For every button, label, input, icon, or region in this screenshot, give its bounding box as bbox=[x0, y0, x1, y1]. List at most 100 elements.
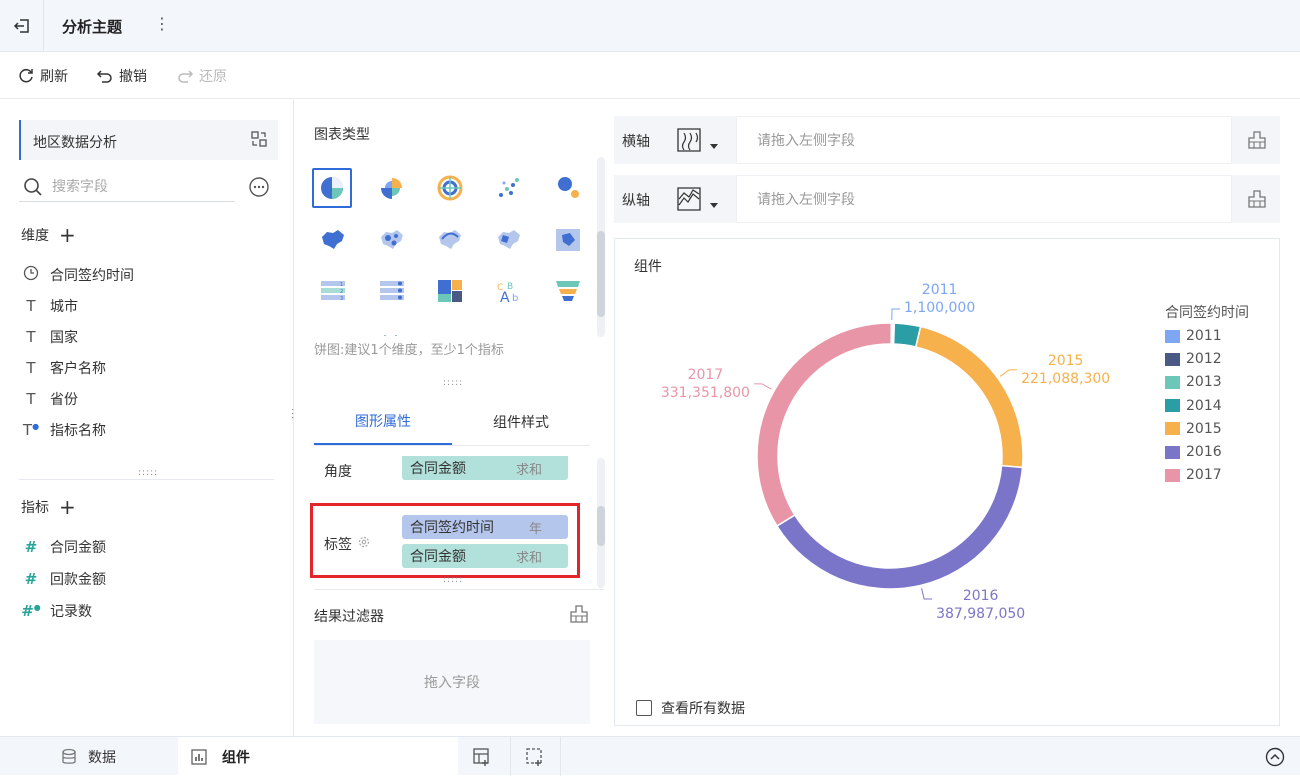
treemap-chart-type[interactable] bbox=[432, 273, 468, 309]
filter-drop-zone[interactable]: 拖入字段 bbox=[314, 640, 590, 724]
dataset-selector[interactable]: 地区数据分析 bbox=[19, 120, 278, 160]
metrics-title: 指标 bbox=[21, 500, 49, 516]
chart-type-scrollbar[interactable] bbox=[597, 157, 605, 337]
label-leader-line bbox=[921, 588, 933, 600]
large-map-type[interactable] bbox=[550, 222, 586, 258]
slice-label-category: 2017 bbox=[687, 366, 724, 383]
add-metric-icon[interactable]: + bbox=[59, 497, 76, 517]
label-label: 标签 bbox=[324, 537, 352, 553]
map-chart-type[interactable] bbox=[315, 222, 351, 258]
pie-chart-type[interactable] bbox=[312, 168, 352, 208]
number-type-icon: # bbox=[24, 538, 38, 556]
legend-item-2015[interactable]: 2015 bbox=[1165, 421, 1222, 437]
more-options-icon[interactable] bbox=[248, 176, 270, 202]
dimension-field[interactable]: 合同签约时间 bbox=[21, 265, 134, 285]
legend-item-2012[interactable]: 2012 bbox=[1165, 351, 1222, 367]
rose-chart-type[interactable] bbox=[374, 170, 410, 206]
dimension-field[interactable]: T 客户名称 bbox=[21, 358, 106, 378]
y-axis-row: 纵轴 请拖入左侧字段 bbox=[614, 175, 1280, 223]
dimension-field[interactable]: T 国家 bbox=[21, 327, 78, 347]
switch-dataset-icon[interactable] bbox=[250, 130, 268, 152]
view-all-label: 查看所有数据 bbox=[661, 701, 745, 717]
donut-slice-2016[interactable] bbox=[775, 464, 1024, 590]
view-all-data[interactable]: 查看所有数据 bbox=[636, 698, 745, 718]
collapse-button[interactable] bbox=[1265, 737, 1285, 776]
donut-slice-2015[interactable] bbox=[914, 325, 1024, 469]
pill-aggregation[interactable]: 求和 bbox=[516, 459, 542, 478]
panel-splitter[interactable]: ::::: bbox=[138, 468, 158, 478]
back-button[interactable] bbox=[0, 0, 44, 52]
metric-label: 记录数 bbox=[50, 604, 92, 620]
slice-label: 2016 387,987,050 bbox=[936, 587, 1025, 623]
funnel-chart-type[interactable] bbox=[550, 273, 586, 309]
tab-widget-style[interactable]: 组件样式 bbox=[452, 398, 590, 445]
pill-aggregation[interactable]: 年 bbox=[529, 518, 542, 537]
multilayer-pie-type[interactable] bbox=[432, 170, 468, 206]
add-widget-button[interactable] bbox=[472, 737, 492, 776]
tab-graphic-properties[interactable]: 图形属性 bbox=[314, 398, 452, 445]
add-dimension-icon[interactable]: + bbox=[59, 225, 76, 245]
dataset-name: 地区数据分析 bbox=[33, 135, 117, 151]
y-axis-type-icon[interactable] bbox=[676, 185, 722, 217]
section-splitter[interactable]: ::::: bbox=[443, 575, 463, 585]
metric-field[interactable]: # 回款金额 bbox=[21, 569, 106, 589]
x-axis-type-icon[interactable] bbox=[676, 126, 722, 158]
more-icon[interactable]: ⋮ bbox=[154, 14, 170, 33]
legend-swatch bbox=[1165, 445, 1180, 459]
scatter-chart-icon bbox=[499, 178, 519, 197]
table-chart-type[interactable]: 123 bbox=[315, 273, 351, 309]
add-dashboard-button[interactable] bbox=[525, 737, 545, 776]
search-input[interactable] bbox=[52, 176, 232, 198]
label-field-pill[interactable]: 合同签约时间 年 bbox=[402, 515, 568, 539]
flow-map-type[interactable] bbox=[432, 222, 468, 258]
data-tab[interactable]: 数据 bbox=[60, 737, 116, 776]
legend-item-2014[interactable]: 2014 bbox=[1165, 398, 1222, 414]
metric-field[interactable]: # 合同金额 bbox=[21, 537, 106, 557]
widget-tab[interactable]: 组件 bbox=[178, 737, 458, 776]
chart-type-hint: 饼图:建议1个维度，至少1个指标 bbox=[314, 343, 504, 358]
calc-number-type-icon: #● bbox=[21, 602, 41, 620]
y-axis-drop-zone[interactable]: 请拖入左侧字段 bbox=[736, 175, 1232, 223]
heat-map-type[interactable] bbox=[491, 222, 527, 258]
flow-map-icon bbox=[439, 230, 461, 249]
redo-button[interactable]: 还原 bbox=[176, 66, 227, 86]
section-splitter[interactable]: ::::: bbox=[443, 378, 463, 388]
dimension-field[interactable]: T 城市 bbox=[21, 296, 78, 316]
rose-chart-icon bbox=[381, 178, 402, 199]
x-axis-row: 横轴 请拖入左侧字段 bbox=[614, 116, 1280, 164]
gear-icon[interactable] bbox=[357, 535, 371, 553]
dimension-field[interactable]: T 省份 bbox=[21, 389, 78, 409]
metric-field[interactable]: #● 记录数 bbox=[21, 601, 92, 621]
label-field-pill[interactable]: 合同金额 求和 bbox=[402, 544, 568, 568]
legend-item-2013[interactable]: 2013 bbox=[1165, 374, 1222, 390]
dimension-label: 省份 bbox=[50, 392, 78, 408]
bubble-chart-type[interactable] bbox=[550, 170, 586, 206]
properties-scrollbar[interactable] bbox=[597, 458, 605, 588]
dimension-label: 指标名称 bbox=[50, 423, 106, 439]
x-axis-drop-zone[interactable]: 请拖入左侧字段 bbox=[736, 116, 1232, 164]
x-axis-clear-icon[interactable] bbox=[1234, 116, 1280, 164]
legend-item-2017[interactable]: 2017 bbox=[1165, 467, 1222, 483]
bubble-chart-icon bbox=[558, 177, 579, 198]
legend-item-2016[interactable]: 2016 bbox=[1165, 444, 1222, 460]
dimension-label: 客户名称 bbox=[50, 361, 106, 377]
scatter-chart-type[interactable] bbox=[491, 170, 527, 206]
kpi-table-type[interactable] bbox=[374, 273, 410, 309]
legend-item-2011[interactable]: 2011 bbox=[1165, 328, 1222, 344]
clear-filter-icon[interactable] bbox=[568, 604, 590, 628]
text-type-icon: T bbox=[26, 390, 36, 408]
view-all-checkbox[interactable] bbox=[636, 700, 652, 716]
point-map-type[interactable] bbox=[374, 222, 410, 258]
search-box bbox=[19, 174, 235, 202]
donut-slice-2017[interactable] bbox=[756, 322, 893, 528]
pill-aggregation[interactable]: 求和 bbox=[516, 547, 542, 566]
metric-label: 合同金额 bbox=[50, 540, 106, 556]
word-cloud-type[interactable]: CBAb bbox=[491, 273, 527, 309]
dimension-field[interactable]: T● 指标名称 bbox=[21, 420, 106, 440]
y-axis-clear-icon[interactable] bbox=[1234, 175, 1280, 223]
more-chart-types-peek bbox=[325, 328, 415, 336]
undo-button[interactable]: 撤销 bbox=[96, 66, 147, 86]
redo-label: 还原 bbox=[199, 69, 227, 85]
angle-field-pill[interactable]: 合同金额 求和 bbox=[402, 456, 568, 480]
refresh-button[interactable]: 刷新 bbox=[17, 66, 68, 86]
